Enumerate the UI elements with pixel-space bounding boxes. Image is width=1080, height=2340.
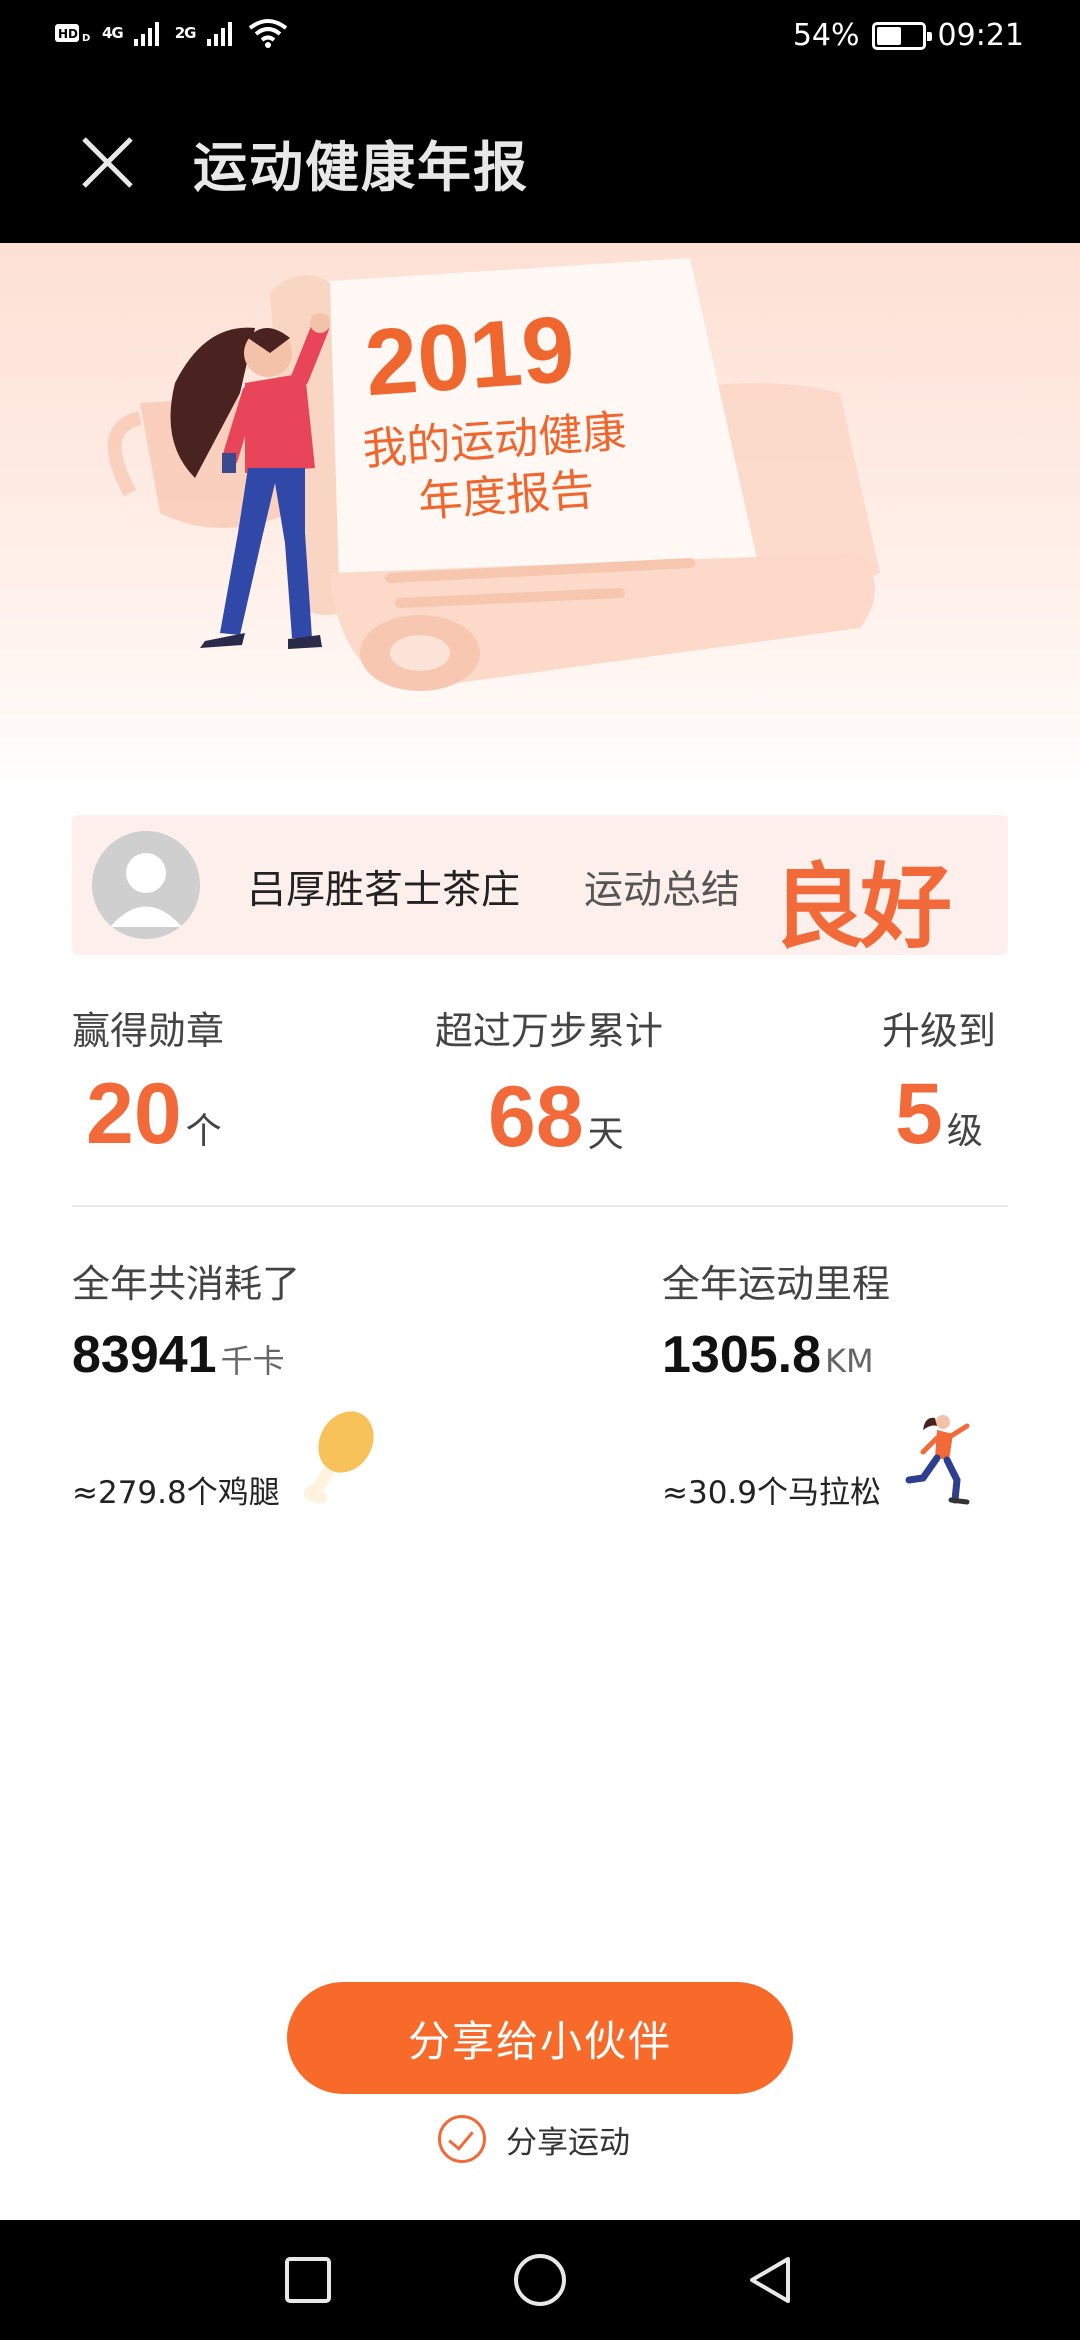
distance-value: 1305.8 <box>662 1326 822 1384</box>
medals-value: 20 <box>86 1066 182 1162</box>
distance-label: 全年运动里程 <box>662 1262 891 1306</box>
share-button[interactable]: 分享给小伙伴 <box>287 1982 793 2094</box>
signal-2-label: 2G <box>174 24 197 42</box>
calories-value: 83941 <box>72 1326 217 1384</box>
user-avatar-icon <box>92 831 200 939</box>
level-unit: 级 <box>946 1111 983 1152</box>
medals-label: 赢得勋章 <box>72 1009 225 1053</box>
status-bar: HD D 4G 2G 54% 09:21 <box>0 0 1080 75</box>
distance-unit: KM <box>825 1342 874 1380</box>
distance-value-group: 1305.8 KM <box>662 1325 874 1385</box>
steps-value: 68 <box>488 1069 584 1165</box>
square-icon <box>285 2257 331 2303</box>
signal-1-label: 4G <box>102 24 124 42</box>
battery-icon <box>871 21 932 50</box>
rating-badge: 良好 <box>772 857 952 959</box>
avatar[interactable] <box>92 831 200 939</box>
close-button[interactable] <box>70 125 145 200</box>
report-banner: 2019 我的运动健康 年度报告 <box>0 243 1080 803</box>
status-icons-left: HD D 4G 2G <box>54 18 288 48</box>
summary-label: 运动总结 <box>584 868 741 913</box>
divider <box>72 1205 1008 1207</box>
triangle-back-icon <box>750 2257 790 2303</box>
share-checkbox-label: 分享运动 <box>506 2124 630 2161</box>
battery-level <box>876 26 901 45</box>
calories-equivalent: ≈279.8个鸡腿 <box>72 1475 280 1511</box>
checkmark-circle-icon[interactable] <box>438 2115 486 2163</box>
close-icon <box>82 137 133 188</box>
home-button[interactable] <box>480 2220 600 2340</box>
signal-icon <box>206 22 232 46</box>
hd-icon: HD D <box>55 24 90 44</box>
level-label: 升级到 <box>882 1009 997 1053</box>
level-value: 5 <box>895 1066 943 1162</box>
distance-equivalent: ≈30.9个马拉松 <box>662 1475 881 1511</box>
username: 吕厚胜茗士茶庄 <box>247 868 521 913</box>
battery-percent: 54% <box>792 18 860 53</box>
calories-value-group: 83941 千卡 <box>72 1325 285 1385</box>
wifi-icon <box>248 19 287 48</box>
calories-label: 全年共消耗了 <box>72 1262 301 1306</box>
drumstick-icon <box>304 1411 374 1503</box>
page-title: 运动健康年报 <box>193 136 529 199</box>
report-illustration: 2019 我的运动健康 年度报告 <box>107 258 880 691</box>
level-stat: 升级到 <box>882 1000 996 1055</box>
svg-text:D: D <box>82 33 90 44</box>
steps-value-group: 68 天 <box>488 1068 624 1167</box>
runner-icon <box>905 1415 970 1505</box>
medals-unit: 个 <box>185 1111 222 1152</box>
steps-label: 超过万步累计 <box>435 1009 664 1053</box>
recent-apps-button[interactable] <box>248 2220 368 2340</box>
level-value-group: 5级 <box>895 1065 983 1164</box>
back-button[interactable] <box>710 2220 830 2340</box>
title-bar: 运动健康年报 <box>0 75 1080 243</box>
clock: 09:21 <box>937 18 1024 53</box>
steps-stat: 超过万步累计 <box>435 1000 663 1055</box>
status-icons-right: 54% 09:21 <box>793 18 1024 53</box>
system-nav-bar <box>0 2220 1080 2340</box>
circle-icon <box>514 2254 566 2306</box>
svg-text:HD: HD <box>58 27 78 41</box>
summary-card: 吕厚胜茗士茶庄 运动总结 良好 <box>72 815 1008 959</box>
medals-value-group: 20 个 <box>86 1065 222 1164</box>
report-year: 2019 <box>362 296 578 415</box>
medals-stat: 赢得勋章 <box>72 1000 224 1055</box>
steps-unit: 天 <box>587 1114 624 1155</box>
signal-icon <box>133 22 159 46</box>
share-checkbox[interactable]: 分享运动 <box>438 2115 630 2163</box>
calories-unit: 千卡 <box>220 1342 285 1380</box>
